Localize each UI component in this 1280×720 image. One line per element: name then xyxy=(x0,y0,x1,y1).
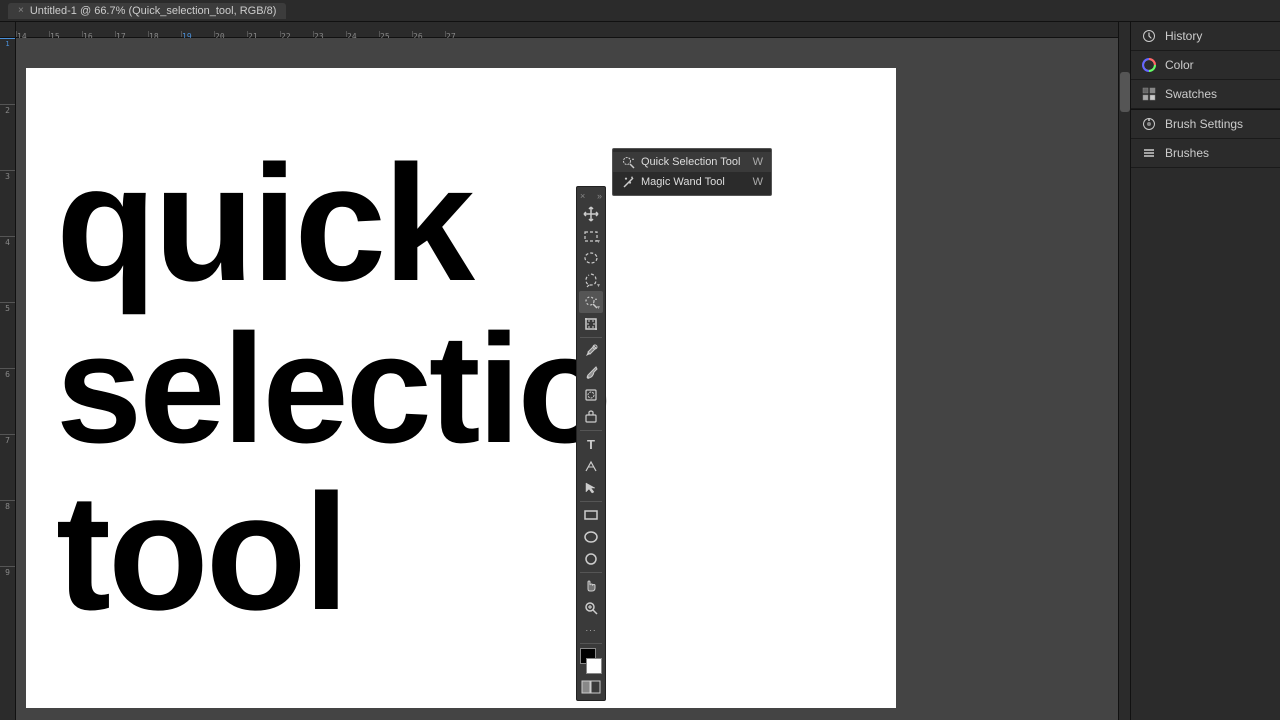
ruler-tick: 14 xyxy=(16,31,49,37)
ruler-v-tick: 8 xyxy=(0,500,15,566)
history-label: History xyxy=(1165,29,1202,43)
tools-divider-2 xyxy=(580,430,602,431)
expand-panel-icon[interactable]: » xyxy=(597,191,602,201)
document-title: Untitled-1 @ 66.7% (Quick_selection_tool… xyxy=(30,5,277,17)
magic-wand-label: Magic Wand Tool xyxy=(641,176,725,188)
tool-brush[interactable] xyxy=(579,362,603,384)
ruler-v-tick: 3 xyxy=(0,170,15,236)
tool-direct-select[interactable] xyxy=(579,477,603,499)
ruler-tick: 23 xyxy=(313,31,346,37)
ruler-tick: 18 xyxy=(148,31,181,37)
background-color[interactable] xyxy=(586,658,602,674)
quick-selection-label: Quick Selection Tool xyxy=(641,156,740,168)
close-panel-icon[interactable]: × xyxy=(580,191,585,201)
canvas-with-ruler: 1 2 3 4 5 6 7 8 9 Quick Selectio xyxy=(0,38,1130,720)
canvas-scroll[interactable]: Quick Selectio tool × » xyxy=(16,38,1130,720)
tool-crop[interactable] xyxy=(579,313,603,335)
quick-selection-icon xyxy=(621,155,635,169)
brush-settings-label: Brush Settings xyxy=(1165,117,1243,131)
more-icon: ··· xyxy=(586,626,597,635)
panel-item-brushes[interactable]: Brushes xyxy=(1131,139,1280,168)
scrollbar-thumb[interactable] xyxy=(1120,72,1130,112)
panel-item-brush-settings[interactable]: Brush Settings xyxy=(1131,110,1280,139)
ruler-v-tick: 9 xyxy=(0,566,15,632)
tool-zoom[interactable] xyxy=(579,597,603,619)
tool-stamp[interactable] xyxy=(579,406,603,428)
tool-more[interactable]: ··· xyxy=(579,619,603,641)
tool-quick-mask[interactable] xyxy=(579,676,603,698)
tooltip-magic-wand[interactable]: Magic Wand Tool W xyxy=(613,172,771,192)
tool-ellipse-shape[interactable] xyxy=(579,526,603,548)
tool-move[interactable] xyxy=(579,203,603,225)
type-icon-label: T xyxy=(587,437,595,452)
ruler-v-tick: 4 xyxy=(0,236,15,302)
ruler-h-ticks: 14 15 16 17 18 19 20 21 22 23 24 25 26 2… xyxy=(16,22,1130,37)
ruler-v-tick: 6 xyxy=(0,368,15,434)
tool-lasso[interactable] xyxy=(579,269,603,291)
color-label: Color xyxy=(1165,58,1194,72)
ruler-horizontal: 14 15 16 17 18 19 20 21 22 23 24 25 26 2… xyxy=(16,22,1130,38)
ruler-tick: 20 xyxy=(214,31,247,37)
artwork-line2: Selectio xyxy=(56,311,866,466)
color-icon xyxy=(1141,57,1157,73)
right-panel: History Color Swatches Brush Settings B xyxy=(1130,22,1280,720)
tools-divider-4 xyxy=(580,572,602,573)
brushes-icon xyxy=(1141,145,1157,161)
tools-panel-header[interactable]: × » xyxy=(577,189,605,203)
tool-ellipse-marquee[interactable] xyxy=(579,247,603,269)
tool-rect-shape[interactable] xyxy=(579,504,603,526)
tools-divider-3 xyxy=(580,501,602,502)
canvas-container: 14 15 16 17 18 19 20 21 22 23 24 25 26 2… xyxy=(0,22,1130,720)
ruler-tick: 22 xyxy=(280,31,313,37)
tools-divider xyxy=(580,337,602,338)
brushes-label: Brushes xyxy=(1165,146,1209,160)
tool-heal[interactable] xyxy=(579,384,603,406)
ruler-tick: 27 xyxy=(445,31,478,37)
swatches-icon xyxy=(1141,86,1157,102)
tool-rect-marquee[interactable] xyxy=(579,225,603,247)
ruler-tick: 19 xyxy=(181,31,214,37)
quick-selection-tooltip: Quick Selection Tool W Magic Wand Tool W xyxy=(612,148,772,196)
panel-item-color[interactable]: Color xyxy=(1131,51,1280,80)
tools-divider-5 xyxy=(580,643,602,644)
tool-hand[interactable] xyxy=(579,575,603,597)
swatches-label: Swatches xyxy=(1165,87,1217,101)
panel-item-swatches[interactable]: Swatches xyxy=(1131,80,1280,109)
ruler-tick: 15 xyxy=(49,31,82,37)
tooltip-quick-selection[interactable]: Quick Selection Tool W xyxy=(613,152,771,172)
tool-type[interactable]: T xyxy=(579,433,603,455)
ruler-v-tick: 1 xyxy=(0,38,15,104)
ruler-v-tick: 2 xyxy=(0,104,15,170)
close-tab-button[interactable]: × xyxy=(18,5,24,16)
tool-eyedropper[interactable] xyxy=(579,340,603,362)
main-area: 14 15 16 17 18 19 20 21 22 23 24 25 26 2… xyxy=(0,22,1280,720)
panel-item-history[interactable]: History xyxy=(1131,22,1280,51)
history-icon xyxy=(1141,28,1157,44)
magic-wand-shortcut: W xyxy=(753,176,763,188)
ruler-v-tick: 5 xyxy=(0,302,15,368)
ruler-vertical: 1 2 3 4 5 6 7 8 9 xyxy=(0,38,16,720)
quick-selection-shortcut: W xyxy=(753,156,763,168)
tool-quick-selection[interactable] xyxy=(579,291,603,313)
magic-wand-icon xyxy=(621,175,635,189)
color-swatch-display[interactable] xyxy=(578,648,604,674)
tools-panel: × » xyxy=(576,186,606,701)
title-bar: × Untitled-1 @ 66.7% (Quick_selection_to… xyxy=(0,0,1280,22)
vertical-scrollbar[interactable] xyxy=(1118,38,1130,720)
artwork-text: Quick Selectio tool xyxy=(26,117,896,659)
ruler-tick: 17 xyxy=(115,31,148,37)
ruler-tick: 26 xyxy=(412,31,445,37)
ruler-corner xyxy=(0,22,16,38)
ruler-tick: 21 xyxy=(247,31,280,37)
brush-settings-icon xyxy=(1141,116,1157,132)
ruler-tick: 25 xyxy=(379,31,412,37)
document-tab[interactable]: × Untitled-1 @ 66.7% (Quick_selection_to… xyxy=(8,3,286,19)
ruler-tick: 24 xyxy=(346,31,379,37)
tool-polygon[interactable] xyxy=(579,548,603,570)
ruler-tick: 16 xyxy=(82,31,115,37)
ruler-v-tick: 7 xyxy=(0,434,15,500)
artwork-line3: tool xyxy=(56,466,866,639)
tool-pen[interactable] xyxy=(579,455,603,477)
